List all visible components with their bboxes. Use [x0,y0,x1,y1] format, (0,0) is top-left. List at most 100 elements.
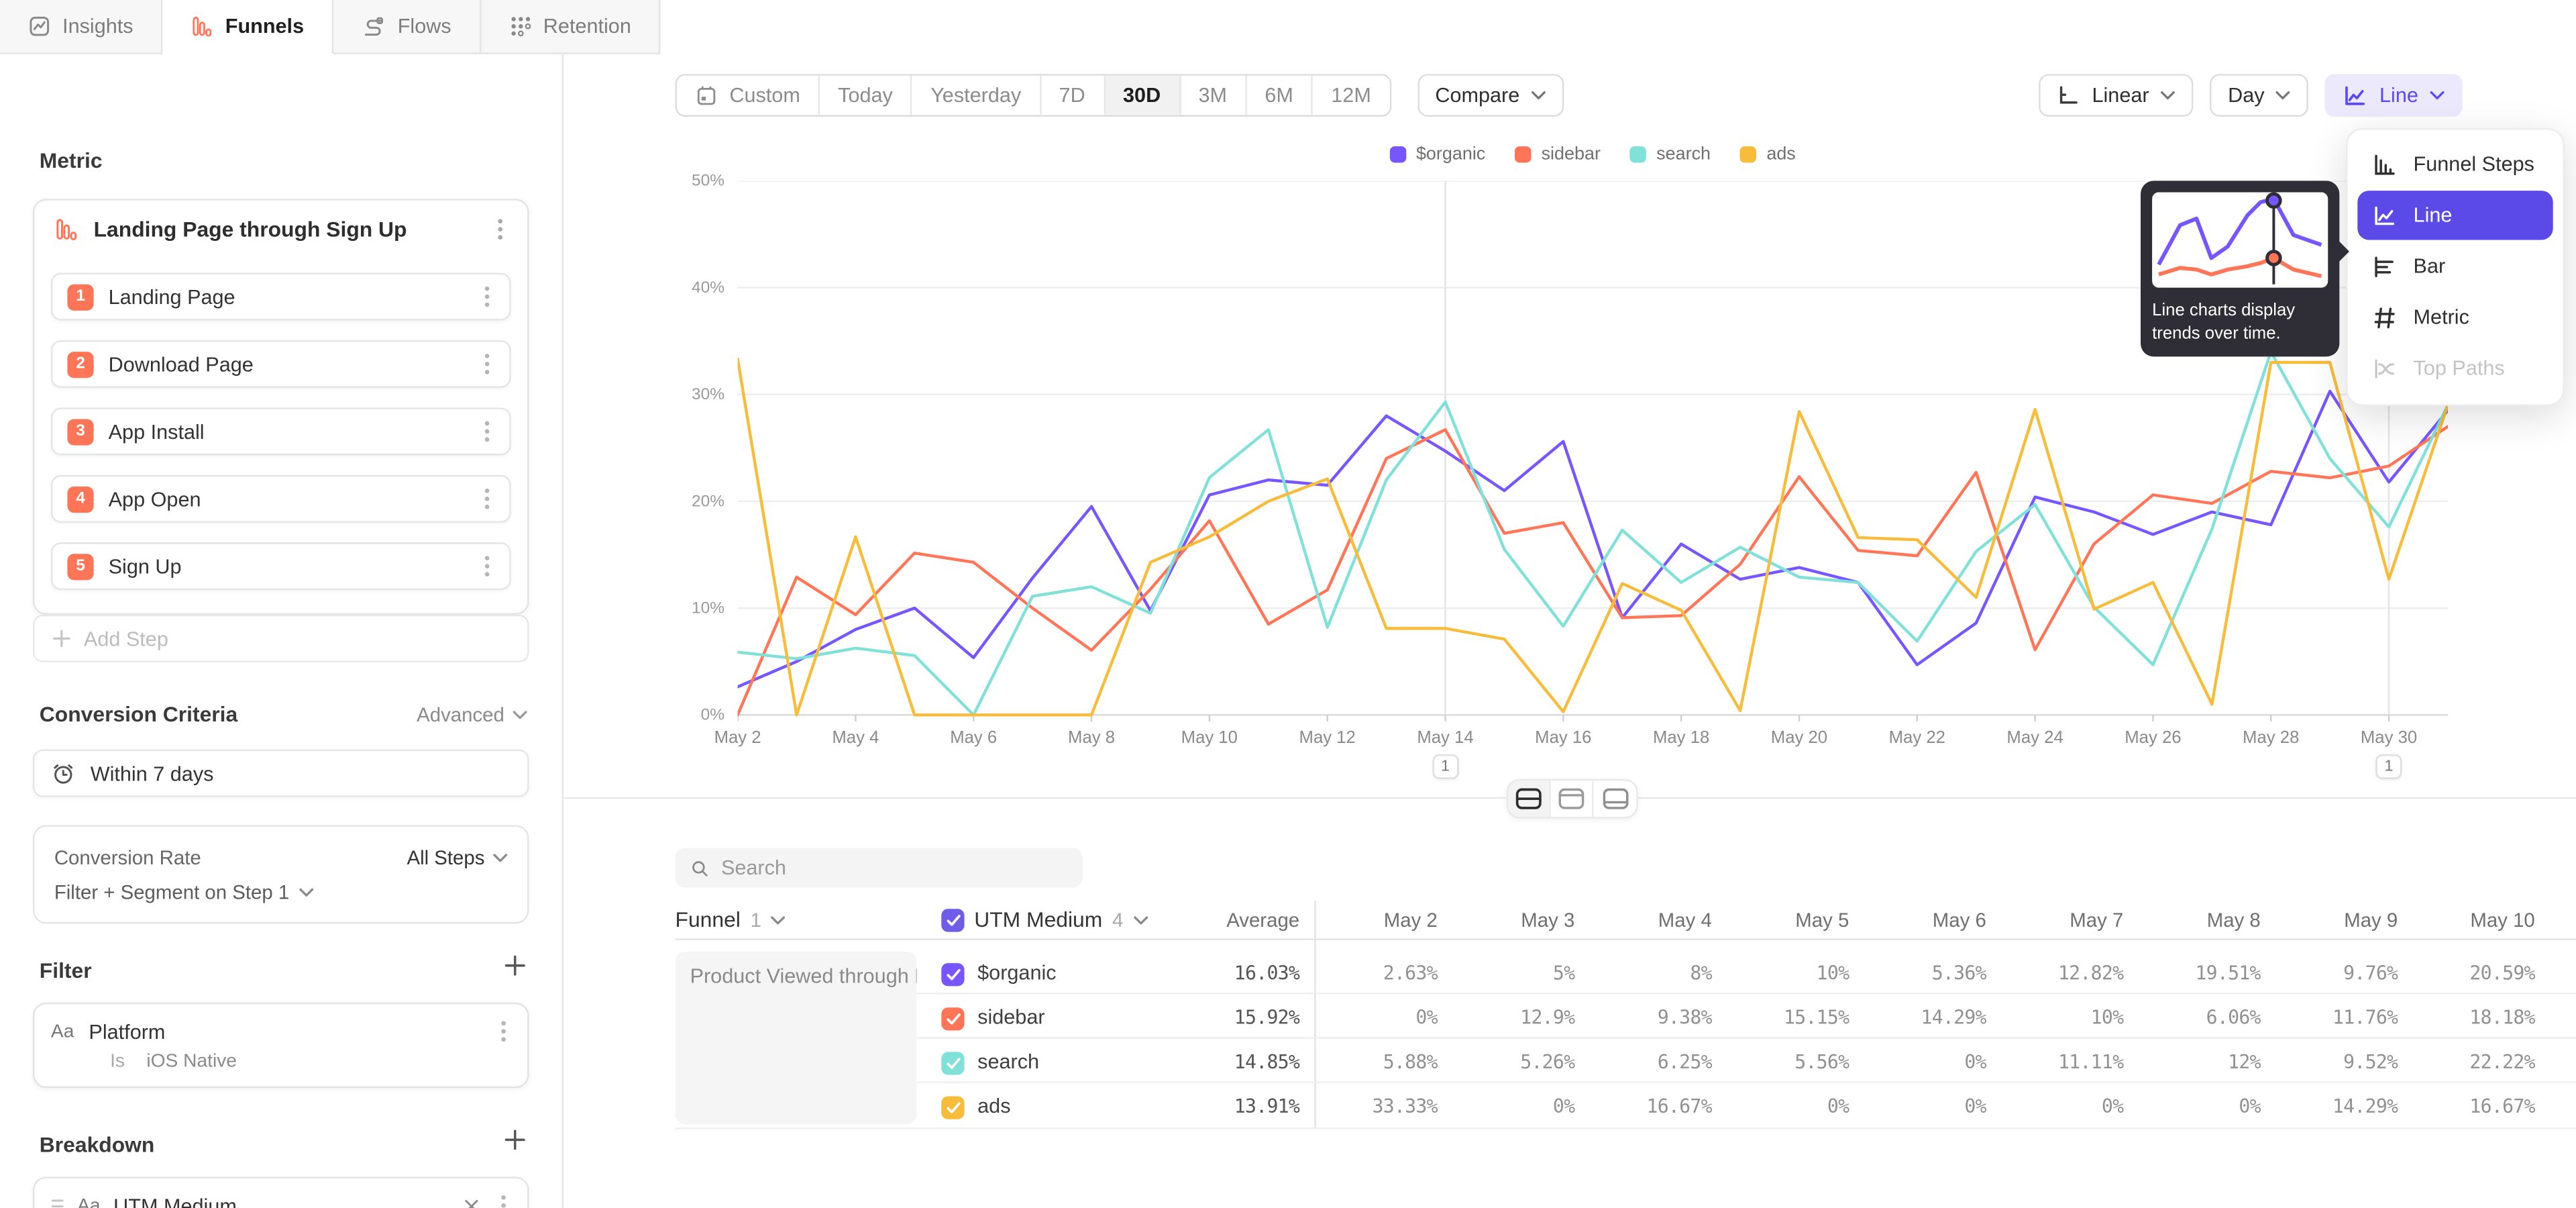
annotation-badge[interactable]: 1 [2375,754,2402,779]
chart-type-dropdown[interactable]: Line [2325,74,2463,117]
legend-item[interactable]: $organic [1390,145,1486,164]
granularity-dropdown[interactable]: Day [2210,74,2309,117]
day-value: 9.52% [2250,1050,2398,1073]
step-kebab-menu[interactable] [480,283,494,311]
step-label: Sign Up [109,555,182,578]
step-kebab-menu[interactable] [480,417,494,446]
column-header[interactable]: May 5 [1701,909,1849,932]
table-row[interactable]: sidebar15.92%0%12.9%9.38%15.15%14.29%10%… [676,994,2576,1039]
range-7d[interactable]: 7D [1041,76,1105,115]
funnel-step-2[interactable]: 2 Download Page [51,340,511,388]
funnel-step-1[interactable]: 1 Landing Page [51,273,511,321]
day-value: 19.51% [2112,960,2260,983]
step-label: App Open [109,487,201,510]
funnel-column-dropdown[interactable]: Funnel 1 [676,907,786,932]
range-3m[interactable]: 3M [1181,76,1247,115]
step-kebab-menu[interactable] [480,485,494,513]
row-checkbox[interactable] [941,1097,964,1119]
column-header[interactable]: Average [1152,909,1299,932]
funnel-step-3[interactable]: 3 App Install [51,407,511,455]
column-header[interactable]: May 10 [2387,909,2534,932]
filter-card[interactable]: Aa Platform Is iOS Native [33,1003,529,1088]
row-checkbox[interactable] [941,1007,964,1030]
funnel-step-4[interactable]: 4 App Open [51,475,511,523]
menu-item-metric[interactable]: Metric [2357,293,2553,342]
legend-item[interactable]: ads [1740,145,1796,164]
column-header[interactable]: May 2 [1289,909,1437,932]
layout-chart-only-button[interactable] [1551,781,1594,817]
day-value: 9.38% [1564,1005,1711,1028]
scale-dropdown[interactable]: Linear [2039,74,2194,117]
conversion-criteria-heading: Conversion Criteria [40,702,237,727]
day-value: 8% [1564,960,1711,983]
funnel-step-5[interactable]: 5 Sign Up [51,542,511,590]
add-filter-button[interactable] [504,955,526,976]
row-checkbox[interactable] [941,1052,964,1074]
add-step-button[interactable]: Add Step [33,615,529,662]
table-row[interactable]: ads13.91%33.33%0%16.67%0%0%0%0%14.29%16.… [676,1083,2576,1128]
breakdown-kebab-menu[interactable] [496,1192,511,1208]
table-row[interactable]: search14.85%5.88%5.26%6.25%5.56%0%11.11%… [676,1039,2576,1084]
tab-funnels[interactable]: Funnels [163,0,334,54]
step-kebab-menu[interactable] [480,552,494,581]
range-custom[interactable]: Custom [677,76,820,115]
day-value: 5.56% [1701,1050,1849,1073]
day-value: 15.15% [1701,1005,1849,1028]
flows-icon [362,15,386,38]
compare-button[interactable]: Compare [1417,74,1564,117]
range-yesterday[interactable]: Yesterday [912,76,1040,115]
advanced-dropdown[interactable]: Advanced [417,703,527,726]
column-header[interactable]: May 8 [2112,909,2260,932]
remove-breakdown-icon[interactable] [464,1197,480,1208]
column-header[interactable]: May 3 [1427,909,1574,932]
filter-operator[interactable]: Is [110,1052,125,1071]
day-value: 20.59% [2387,960,2534,983]
breakdown-column-dropdown[interactable]: UTM Medium 4 [941,907,1148,932]
add-breakdown-button[interactable] [504,1129,526,1150]
drag-handle[interactable] [51,1197,64,1208]
filter-segment-dropdown[interactable]: Filter + Segment on Step 1 [54,880,314,903]
conversion-window-field[interactable]: Within 7 days [33,750,529,797]
x-axis-label: May 8 [1042,728,1141,748]
annotation-badge[interactable]: 1 [1432,754,1458,779]
menu-item-top-paths[interactable]: Top Paths [2357,344,2553,393]
metric-kebab-menu[interactable] [493,215,508,244]
menu-item-line[interactable]: Line [2357,191,2553,240]
chevron-down-icon [513,710,527,720]
range-label: Today [838,84,893,107]
tab-flows[interactable]: Flows [333,0,481,54]
table-row[interactable]: $organic16.03%2.63%5%8%10%5.36%12.82%19.… [676,949,2576,994]
metric-card-header[interactable]: Landing Page through Sign Up [34,201,527,260]
filter-kebab-menu[interactable] [496,1017,511,1046]
all-steps-dropdown[interactable]: All Steps [407,846,507,868]
column-header[interactable]: May 6 [1838,909,1986,932]
day-value: 9.76% [2250,960,2398,983]
column-header[interactable]: May 7 [1976,909,2123,932]
row-checkbox[interactable] [941,962,964,985]
column-header[interactable]: May 9 [2250,909,2398,932]
funnel-name-cell[interactable]: Product Viewed through P... [676,952,917,1124]
range-6m[interactable]: 6M [1246,76,1313,115]
range-today[interactable]: Today [820,76,912,115]
day-value: 5.36% [1838,960,1986,983]
range-30d[interactable]: 30D [1105,76,1181,115]
breakdown-card[interactable]: Aa UTM Medium [33,1176,529,1208]
column-header[interactable]: May 4 [1564,909,1711,932]
table-search[interactable] [676,848,1083,888]
menu-item-bar[interactable]: Bar [2357,242,2553,291]
layout-split-view-button[interactable] [1508,781,1551,817]
search-input[interactable] [721,856,1068,879]
tab-insights[interactable]: Insights [0,0,163,54]
tab-retention[interactable]: Retention [481,0,661,54]
menu-item-funnel-steps[interactable]: Funnel Steps [2357,140,2553,189]
step-number-badge: 5 [67,553,93,579]
step-kebab-menu[interactable] [480,350,494,379]
day-value: 10% [1701,960,1849,983]
filter-value[interactable]: iOS Native [146,1052,237,1071]
range-12m[interactable]: 12M [1313,76,1389,115]
legend-item[interactable]: search [1630,145,1711,164]
select-all-checkbox[interactable] [941,908,964,931]
legend-item[interactable]: sidebar [1515,145,1601,164]
layout-table-only-button[interactable] [1594,781,1637,817]
query-builder-sidebar: Metric Landing Page through Sign Up 1 La… [0,54,564,1208]
